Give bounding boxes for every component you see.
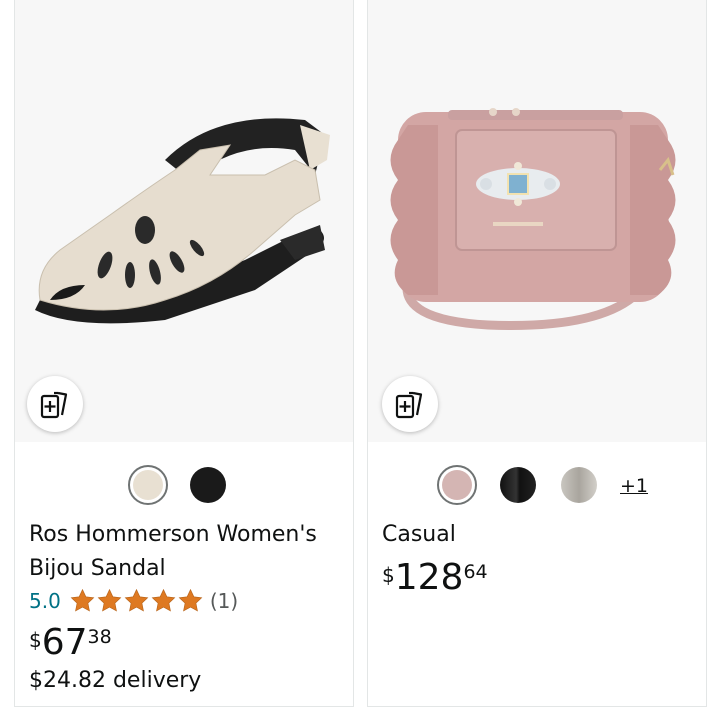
rating-count: (1) — [209, 589, 239, 613]
price-whole: 128 — [394, 557, 464, 598]
price-symbol: $ — [29, 628, 42, 652]
color-swatches — [15, 465, 353, 511]
price-whole: 67 — [41, 622, 88, 663]
swatch-cream[interactable] — [128, 465, 168, 505]
sandal-image — [35, 118, 330, 324]
swatch-black[interactable] — [500, 467, 536, 503]
compare-cards-icon — [395, 391, 423, 419]
more-colors-link[interactable]: +1 — [620, 475, 648, 497]
delivery-text: $24.82 delivery — [29, 668, 202, 693]
star-rating — [69, 588, 204, 614]
swatch-black[interactable] — [190, 467, 226, 503]
bag-image — [390, 108, 676, 330]
product-card-sandal[interactable]: Ros Hommerson Women's Bijou Sandal 5.0 (… — [14, 0, 354, 707]
swatch-silver[interactable] — [561, 467, 597, 503]
product-title[interactable]: Casual — [382, 518, 692, 552]
star-icon — [70, 588, 95, 612]
product-image-sandal[interactable] — [15, 0, 353, 442]
price: $6738 — [29, 622, 112, 663]
price-fraction: 64 — [463, 561, 488, 583]
rating-value: 5.0 — [29, 589, 61, 613]
compare-cards-icon — [40, 391, 68, 419]
color-swatches: +1 — [368, 465, 706, 511]
compare-button[interactable] — [27, 376, 83, 432]
product-title[interactable]: Ros Hommerson Women's Bijou Sandal — [29, 518, 339, 586]
compare-button[interactable] — [382, 376, 438, 432]
star-icon — [151, 588, 176, 612]
product-image-bag[interactable] — [368, 0, 706, 442]
price-fraction: 38 — [87, 626, 112, 648]
star-icon — [178, 588, 203, 612]
rating-row[interactable]: 5.0 (1) — [29, 588, 238, 614]
star-icon — [124, 588, 149, 612]
swatch-pink[interactable] — [437, 465, 477, 505]
price: $12864 — [382, 557, 488, 598]
star-icon — [97, 588, 122, 612]
price-symbol: $ — [382, 563, 395, 587]
product-card-bag[interactable]: +1 Casual $12864 — [367, 0, 707, 707]
